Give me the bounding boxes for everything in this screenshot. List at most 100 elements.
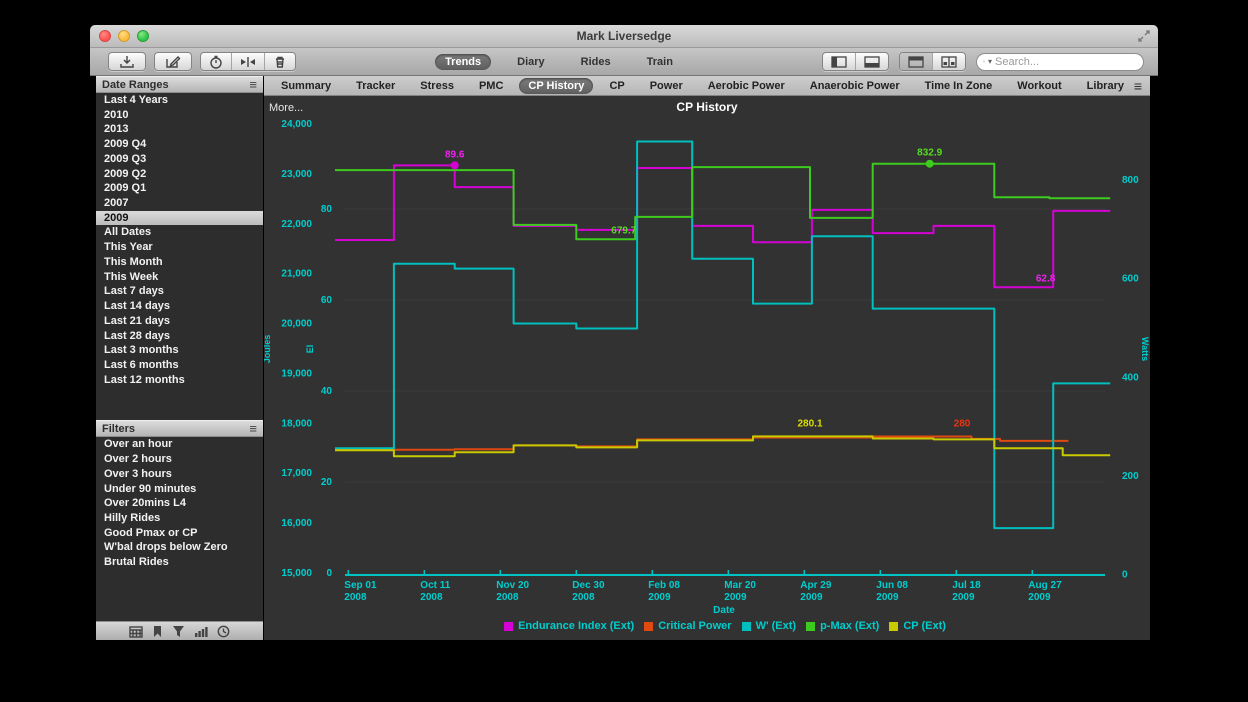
date-range-item[interactable]: 2009 Q1 — [96, 181, 263, 196]
legend-item-critical-power: Critical Power — [644, 620, 731, 632]
date-range-item[interactable]: 2007 — [96, 196, 263, 211]
view-rides[interactable]: Rides — [571, 54, 621, 70]
date-range-item[interactable]: This Week — [96, 270, 263, 285]
tab-summary[interactable]: Summary — [272, 78, 340, 94]
date-range-item[interactable]: Last 7 days — [96, 284, 263, 299]
legend-swatch — [806, 622, 815, 631]
filters-menu-icon[interactable]: ≡ — [249, 421, 257, 436]
tab-stress[interactable]: Stress — [411, 78, 463, 94]
search-input[interactable] — [995, 56, 1137, 68]
date-range-item[interactable]: Last 4 Years — [96, 93, 263, 108]
chrome-toggle-group — [822, 52, 889, 71]
svg-text:16,000: 16,000 — [281, 518, 312, 529]
tab-power[interactable]: Power — [641, 78, 692, 94]
tab-cp[interactable]: CP — [600, 78, 633, 94]
filter-item[interactable]: Over 2 hours — [96, 452, 263, 467]
filter-item[interactable]: Good Pmax or CP — [96, 526, 263, 541]
window-content: Date Ranges ≡ Last 4 Years201020132009 Q… — [90, 76, 1158, 640]
sidebar-footer — [96, 621, 263, 640]
date-range-item[interactable]: 2013 — [96, 122, 263, 137]
search-field[interactable]: ▾ — [976, 53, 1144, 71]
fullscreen-icon[interactable] — [1138, 30, 1150, 42]
lowbar-toggle-button[interactable] — [856, 53, 888, 70]
series-w-ext — [335, 141, 1110, 528]
tab-pmc[interactable]: PMC — [470, 78, 512, 94]
svg-text:Apr 292009: Apr 292009 — [800, 580, 832, 603]
date-range-item[interactable]: 2009 — [96, 211, 263, 226]
tabbar-menu-icon[interactable]: ≡ — [1134, 78, 1142, 94]
filter-item[interactable]: Over 20mins L4 — [96, 496, 263, 511]
data-label: 89.6 — [445, 149, 465, 160]
clock-icon[interactable] — [217, 625, 230, 638]
filter-item[interactable]: Brutal Rides — [96, 555, 263, 570]
date-range-item[interactable]: Last 28 days — [96, 329, 263, 344]
split-arrows-icon — [240, 55, 256, 69]
tab-tracker[interactable]: Tracker — [347, 78, 404, 94]
legend-swatch — [889, 622, 898, 631]
date-range-item[interactable]: Last 14 days — [96, 299, 263, 314]
download-icon — [119, 55, 135, 69]
minimize-icon[interactable] — [118, 30, 130, 42]
date-range-item[interactable]: Last 12 months — [96, 373, 263, 388]
date-range-item[interactable]: 2010 — [96, 108, 263, 123]
date-ranges-menu-icon[interactable]: ≡ — [249, 77, 257, 92]
title-bar[interactable]: Mark Liversedge — [90, 25, 1158, 48]
date-range-item[interactable]: Last 6 months — [96, 358, 263, 373]
svg-text:800: 800 — [1122, 175, 1139, 186]
tabbed-view-icon — [908, 56, 924, 68]
sidebar-toggle-button[interactable] — [823, 53, 856, 70]
tabbed-view-button[interactable] — [900, 53, 933, 70]
date-range-item[interactable]: All Dates — [96, 225, 263, 240]
calendar-icon[interactable] — [129, 625, 143, 638]
date-range-item[interactable]: 2009 Q2 — [96, 167, 263, 182]
date-range-item[interactable]: 2009 Q4 — [96, 137, 263, 152]
filter-item[interactable]: Under 90 minutes — [96, 482, 263, 497]
manual-entry-button[interactable] — [154, 52, 192, 71]
svg-text:20,000: 20,000 — [281, 319, 312, 330]
date-range-item[interactable]: Last 3 months — [96, 343, 263, 358]
delete-ride-button[interactable] — [265, 53, 295, 70]
data-label: 280 — [954, 418, 971, 429]
filter-item[interactable]: W'bal drops below Zero — [96, 540, 263, 555]
zoom-icon[interactable] — [137, 30, 149, 42]
tiled-view-icon — [941, 56, 957, 68]
filter-item[interactable]: Hilly Rides — [96, 511, 263, 526]
tab-time-in-zone[interactable]: Time In Zone — [916, 78, 1002, 94]
view-train[interactable]: Train — [637, 54, 683, 70]
chart-icon[interactable] — [194, 625, 208, 638]
trash-icon — [273, 55, 287, 69]
close-icon[interactable] — [99, 30, 111, 42]
toolbar-left-buttons — [108, 52, 296, 71]
date-range-item[interactable]: 2009 Q3 — [96, 152, 263, 167]
view-trends[interactable]: Trends — [435, 54, 491, 70]
legend-label: CP (Ext) — [903, 620, 946, 632]
stopwatch-button[interactable] — [201, 53, 232, 70]
toolbar-right-buttons: ▾ — [822, 52, 1144, 71]
svg-text:Nov 202008: Nov 202008 — [496, 580, 529, 603]
svg-text:400: 400 — [1122, 372, 1139, 383]
tab-anaerobic-power[interactable]: Anaerobic Power — [801, 78, 909, 94]
bookmark-icon[interactable] — [152, 625, 163, 638]
svg-text:Feb 082009: Feb 082009 — [648, 580, 680, 603]
svg-text:80: 80 — [321, 204, 333, 215]
edit-icon — [165, 55, 181, 69]
tab-workout[interactable]: Workout — [1008, 78, 1070, 94]
tab-library[interactable]: Library — [1078, 78, 1133, 94]
download-button[interactable] — [108, 52, 146, 71]
search-scope-chevron-icon[interactable]: ▾ — [988, 57, 992, 66]
ride-tool-group — [200, 52, 296, 71]
tab-aerobic-power[interactable]: Aerobic Power — [699, 78, 794, 94]
tab-cp-history[interactable]: CP History — [519, 78, 593, 94]
date-range-item[interactable]: This Year — [96, 240, 263, 255]
filter-item[interactable]: Over 3 hours — [96, 467, 263, 482]
date-range-item[interactable]: Last 21 days — [96, 314, 263, 329]
filter-item[interactable]: Over an hour — [96, 437, 263, 452]
split-ride-button[interactable] — [232, 53, 265, 70]
legend-label: Critical Power — [658, 620, 731, 632]
legend-item-p-max-ext: p-Max (Ext) — [806, 620, 879, 632]
data-label: 280.1 — [797, 418, 822, 429]
view-diary[interactable]: Diary — [507, 54, 555, 70]
date-range-item[interactable]: This Month — [96, 255, 263, 270]
tiled-view-button[interactable] — [933, 53, 965, 70]
filter-icon[interactable] — [172, 625, 185, 638]
